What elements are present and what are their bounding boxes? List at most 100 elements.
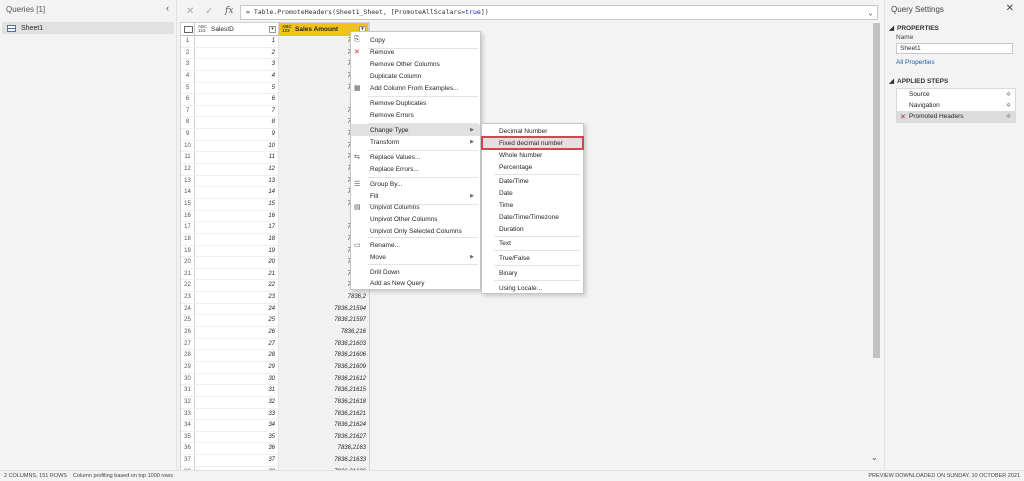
cell-salesid[interactable]: 18 xyxy=(195,233,279,245)
all-properties-link[interactable]: All Properties xyxy=(896,59,935,66)
row-number[interactable]: 35 xyxy=(181,431,195,443)
cell-salesid[interactable]: 16 xyxy=(195,210,279,222)
row-number[interactable]: 13 xyxy=(181,175,195,187)
cell-salesid[interactable]: 35 xyxy=(195,431,279,443)
type-time[interactable]: Time xyxy=(482,199,583,211)
cell-sales-amount[interactable]: 7836,21633 xyxy=(279,455,369,466)
cell-salesid[interactable]: 21 xyxy=(195,268,279,280)
cell-salesid[interactable]: 36 xyxy=(195,443,279,455)
row-number[interactable]: 26 xyxy=(181,327,195,338)
cell-salesid[interactable]: 5 xyxy=(195,82,279,94)
vertical-scrollbar[interactable] xyxy=(873,23,880,358)
cell-salesid[interactable]: 27 xyxy=(195,338,279,350)
filter-dropdown-icon[interactable]: ▾ xyxy=(269,26,276,33)
cell-sales-amount[interactable]: 7836,21627 xyxy=(279,431,369,443)
row-number[interactable]: 22 xyxy=(181,280,195,292)
gear-icon[interactable]: ✲ xyxy=(1006,102,1011,109)
row-number[interactable]: 15 xyxy=(181,198,195,210)
type-date[interactable]: Date xyxy=(482,187,583,199)
cell-salesid[interactable]: 13 xyxy=(195,175,279,187)
type-text[interactable]: Text xyxy=(482,237,583,249)
column-header-salesid[interactable]: ABC 123 SalesID ▾ xyxy=(195,23,279,35)
menu-item-copy[interactable]: ⎘ Copy xyxy=(351,34,480,46)
cell-salesid[interactable]: 28 xyxy=(195,350,279,361)
cell-salesid[interactable]: 33 xyxy=(195,408,279,420)
delete-step-icon[interactable]: ✕ xyxy=(900,113,906,121)
table-menu-icon[interactable] xyxy=(181,23,195,35)
row-number[interactable]: 33 xyxy=(181,408,195,420)
row-number[interactable]: 18 xyxy=(181,233,195,245)
menu-item-duplicate-column[interactable]: Duplicate Column xyxy=(351,70,480,82)
close-icon[interactable]: ✕ xyxy=(1006,3,1014,14)
row-number[interactable]: 5 xyxy=(181,82,195,94)
menu-item-group-by[interactable]: ☰ Group By... xyxy=(351,178,480,190)
row-number[interactable]: 2 xyxy=(181,47,195,59)
row-number[interactable]: 32 xyxy=(181,396,195,408)
row-number[interactable]: 14 xyxy=(181,187,195,198)
menu-item-remove-other-columns[interactable]: Remove Other Columns xyxy=(351,58,480,70)
cell-salesid[interactable]: 22 xyxy=(195,280,279,292)
cell-salesid[interactable]: 1 xyxy=(195,36,279,47)
row-number[interactable]: 29 xyxy=(181,361,195,373)
expand-formula-chevron-icon[interactable]: ⌄ xyxy=(868,8,873,17)
menu-item-replace-values[interactable]: ⇆ Replace Values... xyxy=(351,151,480,163)
row-number[interactable]: 28 xyxy=(181,350,195,361)
type-any-icon[interactable]: ABC 123 xyxy=(198,24,208,33)
cell-sales-amount[interactable]: 7836,21621 xyxy=(279,408,369,420)
cell-sales-amount[interactable]: 7836,21624 xyxy=(279,420,369,431)
cell-salesid[interactable]: 24 xyxy=(195,303,279,315)
menu-item-change-type[interactable]: Change Type ▶ xyxy=(351,124,480,136)
type-decimal-number[interactable]: Decimal Number xyxy=(482,125,583,137)
step-source[interactable]: Source ✲ xyxy=(897,89,1015,100)
cell-sales-amount[interactable]: 7836,21594 xyxy=(279,303,369,315)
type-true-false[interactable]: True/False xyxy=(482,252,583,264)
cell-sales-amount[interactable]: 7836,2 xyxy=(279,292,369,303)
cell-salesid[interactable]: 31 xyxy=(195,385,279,396)
row-number[interactable]: 23 xyxy=(181,292,195,303)
row-number[interactable]: 11 xyxy=(181,152,195,164)
cell-salesid[interactable]: 23 xyxy=(195,292,279,303)
query-item-sheet1[interactable]: Sheet1 xyxy=(2,22,174,34)
cell-salesid[interactable]: 4 xyxy=(195,70,279,82)
row-number[interactable]: 34 xyxy=(181,420,195,431)
cell-sales-amount[interactable]: 7836,21612 xyxy=(279,373,369,385)
menu-item-remove[interactable]: ✕ Remove xyxy=(351,46,480,58)
cell-sales-amount[interactable]: 7836,21603 xyxy=(279,338,369,350)
cell-sales-amount[interactable]: 7836,21606 xyxy=(279,350,369,361)
cell-sales-amount[interactable]: 7836,21609 xyxy=(279,361,369,373)
formula-input[interactable]: = Table.PromoteHeaders(Sheet1_Sheet, [Pr… xyxy=(240,5,878,20)
cell-salesid[interactable]: 15 xyxy=(195,198,279,210)
row-number[interactable]: 3 xyxy=(181,59,195,70)
type-date-time[interactable]: Date/Time xyxy=(482,175,583,187)
cell-salesid[interactable]: 7 xyxy=(195,105,279,117)
cell-salesid[interactable]: 26 xyxy=(195,327,279,338)
cell-salesid[interactable]: 30 xyxy=(195,373,279,385)
row-number[interactable]: 24 xyxy=(181,303,195,315)
type-fixed-decimal-number[interactable]: Fixed decimal number xyxy=(481,136,584,150)
cell-salesid[interactable]: 34 xyxy=(195,420,279,431)
cell-salesid[interactable]: 3 xyxy=(195,59,279,70)
menu-item-replace-errors[interactable]: Replace Errors... xyxy=(351,163,480,175)
collapse-pane-chevron-left-icon[interactable]: ‹ xyxy=(166,3,169,13)
row-number[interactable]: 8 xyxy=(181,117,195,129)
status-profiling-mode[interactable]: Column profiling based on top 1000 rows xyxy=(73,473,173,479)
menu-item-transform[interactable]: Transform ▶ xyxy=(351,136,480,148)
cell-salesid[interactable]: 11 xyxy=(195,152,279,164)
cell-salesid[interactable]: 25 xyxy=(195,315,279,327)
cell-salesid[interactable]: 6 xyxy=(195,94,279,105)
row-number[interactable]: 27 xyxy=(181,338,195,350)
cell-salesid[interactable]: 17 xyxy=(195,222,279,233)
cell-salesid[interactable]: 37 xyxy=(195,455,279,466)
row-number[interactable]: 25 xyxy=(181,315,195,327)
type-percentage[interactable]: Percentage xyxy=(482,161,583,173)
applied-steps-section-header[interactable]: ◢ APPLIED STEPS xyxy=(889,77,948,86)
cell-salesid[interactable]: 14 xyxy=(195,187,279,198)
menu-item-unpivot-other-columns[interactable]: Unpivot Other Columns xyxy=(351,213,480,225)
row-number[interactable]: 37 xyxy=(181,455,195,466)
menu-item-remove-errors[interactable]: Remove Errors xyxy=(351,109,480,121)
cell-sales-amount[interactable]: 7836,21615 xyxy=(279,385,369,396)
type-duration[interactable]: Duration xyxy=(482,223,583,235)
type-whole-number[interactable]: Whole Number xyxy=(482,149,583,161)
cell-sales-amount[interactable]: 7836,216 xyxy=(279,327,369,338)
menu-item-add-column-from-examples[interactable]: ▦ Add Column From Examples... xyxy=(351,82,480,94)
